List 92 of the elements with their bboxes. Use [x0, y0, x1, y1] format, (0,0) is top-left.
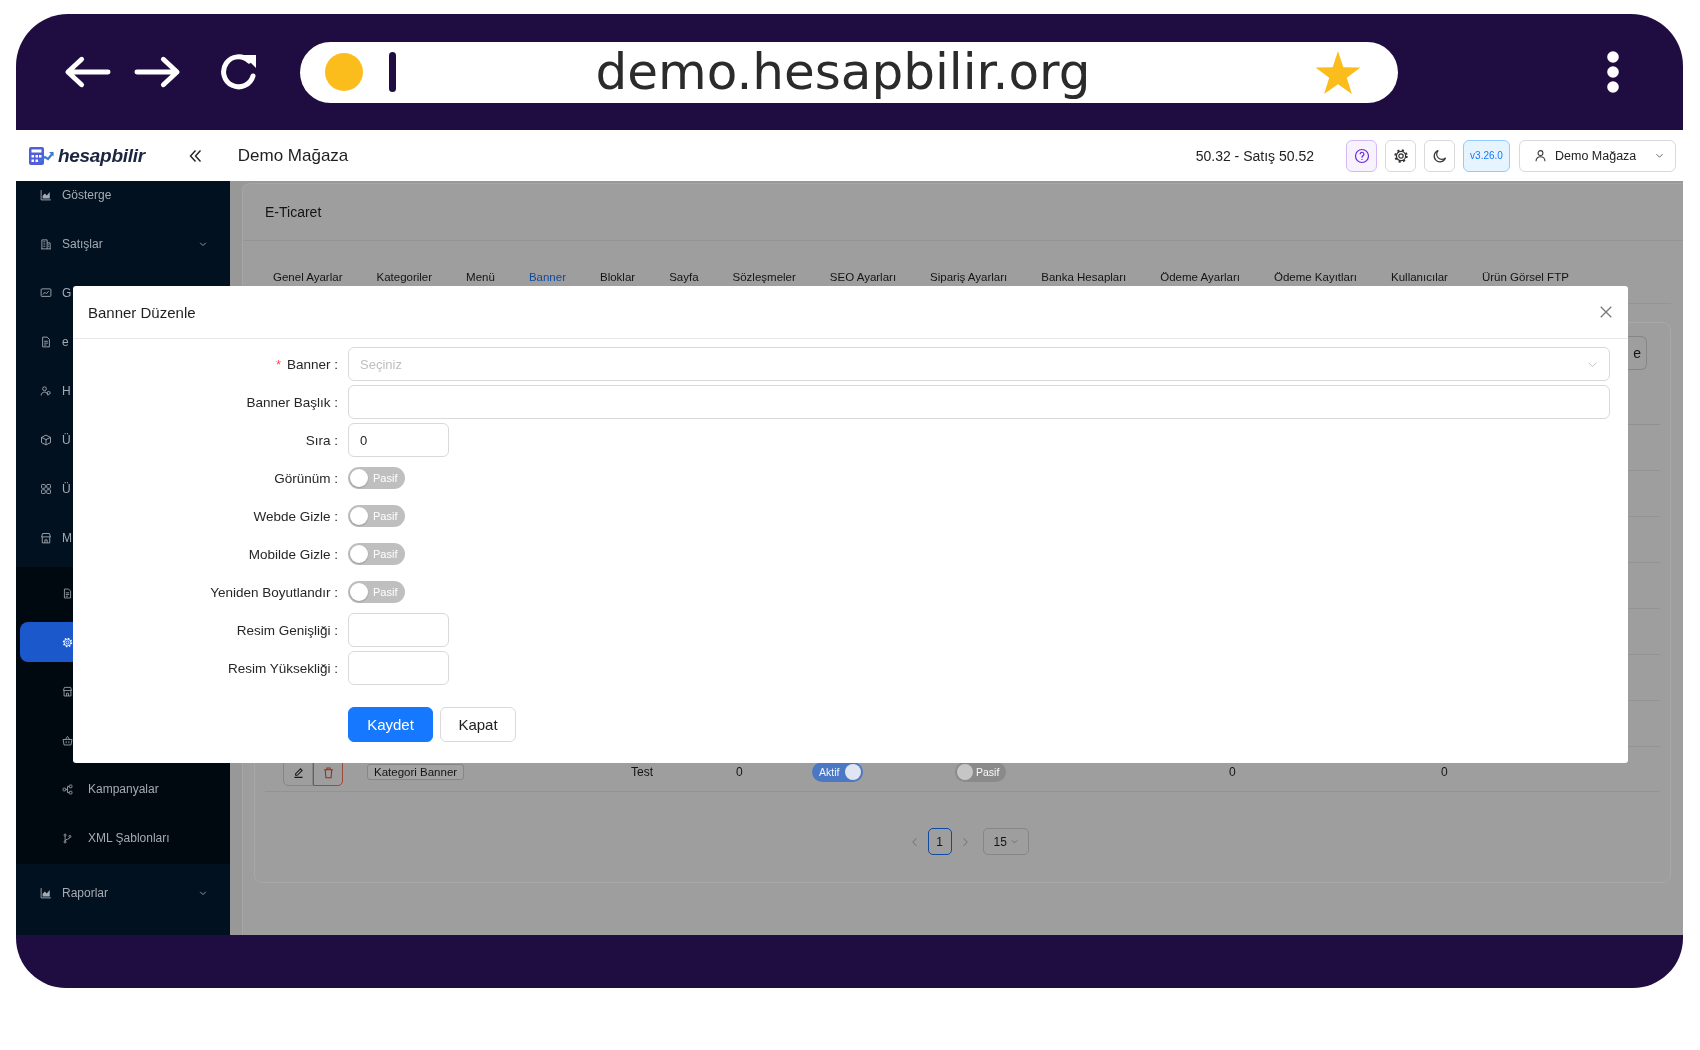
sidebar-item[interactable]: Raporlar	[20, 873, 226, 913]
field-label: Resim Yüksekliği :	[227, 660, 338, 676]
user-icon	[1534, 149, 1547, 162]
field-label: Banner :	[286, 356, 338, 372]
input-field[interactable]: 0	[348, 423, 449, 457]
sidebar-item[interactable]: Ü	[20, 420, 71, 460]
store-icon	[62, 685, 73, 697]
sidebar-item[interactable]: H	[20, 371, 71, 411]
tab[interactable]: Banka Hesapları	[1041, 269, 1127, 285]
area-chart-icon	[40, 189, 52, 201]
moon-icon	[1431, 147, 1448, 164]
tab[interactable]: Sözleşmeler	[732, 269, 796, 285]
table-cell: 0	[1229, 765, 1236, 779]
theme-button[interactable]	[1424, 139, 1455, 172]
dialog-title: Banner Düzenle	[88, 303, 196, 321]
document-icon	[62, 587, 73, 599]
tab[interactable]: Genel Ayarlar	[273, 269, 343, 285]
sidebar-item[interactable]: Kampanyalar	[20, 769, 159, 809]
exchange-rate-text: 50.32 - Satış 50.52	[1195, 147, 1314, 164]
store-icon	[40, 532, 52, 544]
tab[interactable]: Menü	[466, 269, 495, 285]
toggle-switch[interactable]: Aktif	[812, 762, 863, 782]
area-chart-icon	[40, 887, 52, 899]
sidebar-item[interactable]: Satışlar	[20, 224, 226, 264]
store-title: Demo Mağaza	[237, 145, 349, 166]
page-size-select[interactable]: 15	[982, 828, 1029, 855]
forward-arrow-icon[interactable]	[134, 55, 181, 89]
category-tag: Kategori Banner	[367, 764, 465, 780]
sidebar-item[interactable]: G	[20, 273, 72, 313]
nodes-icon	[62, 783, 73, 795]
settings-icon	[1392, 147, 1409, 164]
basket-icon	[62, 734, 73, 746]
sidebar-item[interactable]: M	[20, 518, 72, 558]
field-label: Görünüm :	[274, 470, 338, 486]
more-menu-icon[interactable]	[1607, 51, 1619, 93]
chevron-down-icon	[198, 888, 208, 898]
address-bar[interactable]: demo.hesapbilir.org	[300, 41, 1398, 103]
star-icon[interactable]	[1315, 50, 1361, 94]
tab[interactable]: Ürün Görsel FTP	[1481, 269, 1569, 285]
logo-icon	[28, 144, 54, 167]
input-field[interactable]	[348, 651, 449, 685]
tab[interactable]: Sayfa	[669, 269, 699, 285]
input-field[interactable]	[348, 385, 1610, 419]
logo-text: hesapbilir	[58, 144, 145, 167]
field-label: Banner Başlık :	[246, 394, 338, 410]
table-cell: Test	[631, 765, 653, 779]
tab[interactable]: Ödeme Ayarları	[1160, 269, 1240, 285]
field-label: Webde Gizle :	[253, 508, 338, 524]
version-badge: v3.26.0	[1463, 139, 1510, 172]
required-mark: *	[275, 356, 281, 372]
pencil-icon	[291, 765, 305, 779]
circle-icon	[325, 53, 363, 91]
table-cell: 0	[736, 765, 743, 779]
tab[interactable]: Sipariş Ayarları	[930, 269, 1008, 285]
document-icon	[40, 336, 52, 348]
close-icon[interactable]	[1599, 305, 1613, 319]
field-label: Resim Genişliği :	[236, 622, 338, 638]
building-icon	[40, 238, 52, 250]
chart-window-icon	[40, 287, 52, 299]
users-icon	[40, 385, 52, 397]
sidebar-item[interactable]	[20, 622, 73, 662]
sidebar-item[interactable]: e	[20, 322, 69, 362]
tab[interactable]: Ödeme Kayıtları	[1273, 269, 1358, 285]
trash-icon	[321, 765, 335, 779]
sidebar-item[interactable]: Gösterge	[20, 181, 112, 209]
help-icon	[1353, 147, 1370, 164]
tab[interactable]: Kullanıcılar	[1391, 269, 1448, 285]
action-button[interactable]: e	[1628, 336, 1647, 370]
field-label: Yeniden Boyutlandır :	[210, 584, 338, 600]
input-field[interactable]	[348, 613, 449, 647]
cube-icon	[40, 434, 52, 446]
sidebar-item[interactable]: XML Şablonları	[20, 818, 170, 858]
close-button[interactable]: Kapat	[440, 707, 516, 742]
save-button[interactable]: Kaydet	[348, 707, 433, 742]
tab[interactable]: Kategoriler	[376, 269, 433, 285]
page-button[interactable]: 1	[927, 828, 952, 855]
user-menu-button[interactable]: Demo Mağaza	[1519, 139, 1676, 172]
sidebar-item[interactable]: Ü	[20, 469, 71, 509]
settings-button[interactable]	[1385, 139, 1416, 172]
chevron-down-icon	[1009, 837, 1019, 846]
back-arrow-icon[interactable]	[64, 55, 111, 89]
grid-icon	[40, 483, 52, 495]
field-label: Mobilde Gizle :	[248, 546, 338, 562]
text-cursor-icon	[389, 52, 396, 92]
table-cell: 0	[1441, 765, 1448, 779]
field-label: Sıra :	[305, 432, 338, 448]
tab[interactable]: SEO Ayarları	[829, 269, 897, 285]
branch-icon	[62, 832, 73, 844]
help-button[interactable]	[1346, 139, 1377, 172]
tab[interactable]: Bloklar	[599, 269, 636, 285]
card-title: E-Ticaret	[265, 204, 322, 220]
chevron-down-icon	[198, 239, 208, 249]
